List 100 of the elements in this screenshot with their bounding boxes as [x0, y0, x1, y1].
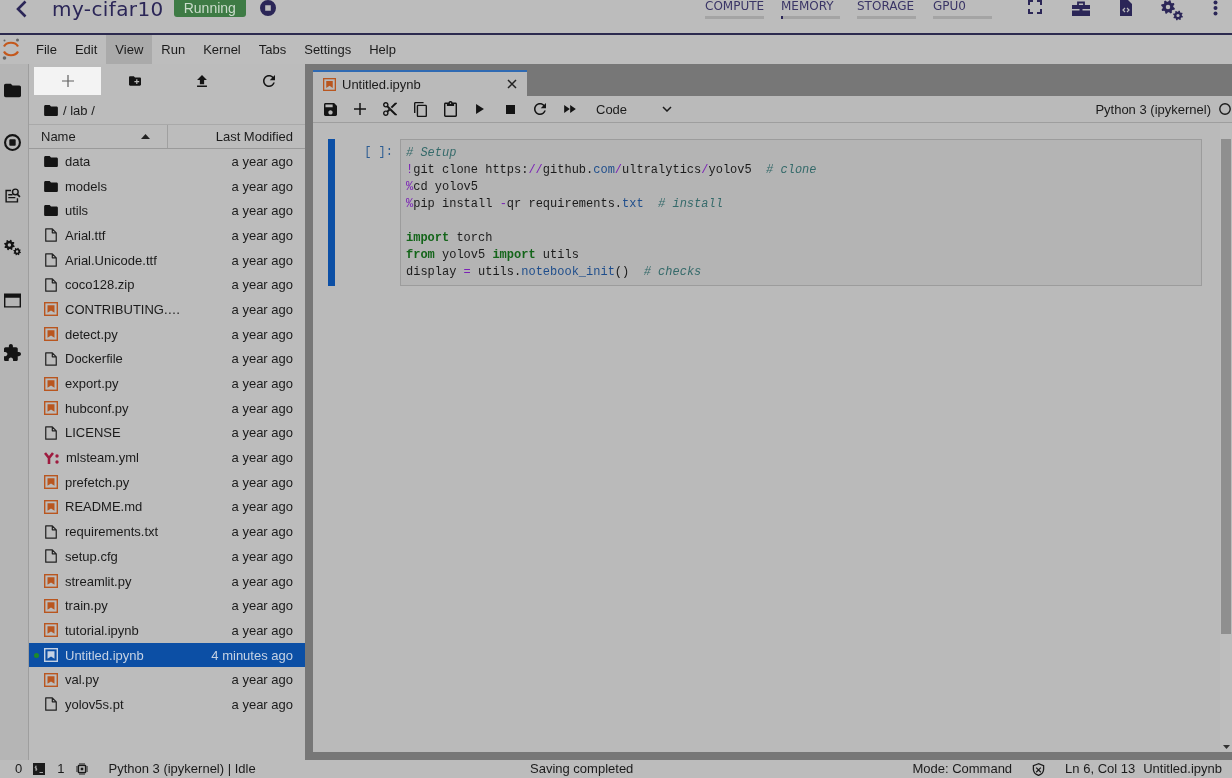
folder-icon	[44, 180, 58, 192]
file-row[interactable]: yolov5s.pt a year ago	[29, 692, 305, 717]
modified-time: 4 minutes ago	[211, 647, 293, 663]
cell-prompt: [ ]:	[364, 144, 393, 161]
file-row[interactable]: Arial.ttf a year ago	[29, 223, 305, 248]
file-row[interactable]: README.md a year ago	[29, 494, 305, 520]
file-row[interactable]: val.py a year ago	[29, 667, 305, 693]
modified-time: a year ago	[231, 227, 293, 243]
file-row[interactable]: coco128.zip a year ago	[29, 272, 305, 298]
file-row[interactable]: setup.cfg a year ago	[29, 544, 305, 569]
menu-item[interactable]: Settings	[295, 35, 361, 64]
play-icon[interactable]	[476, 104, 484, 114]
cursor-position[interactable]: Ln 6, Col 13	[1065, 760, 1136, 778]
file-row[interactable]: CONTRIBUTING.… a year ago	[29, 297, 305, 322]
fast-forward-icon[interactable]	[564, 105, 576, 113]
settings-icon[interactable]	[1161, 0, 1184, 21]
yaml-file-icon	[44, 451, 59, 464]
file-row[interactable]: export.py a year ago	[29, 371, 305, 396]
meter-label: COMPUTE	[705, 0, 765, 13]
kernel-name[interactable]: Python 3 (ipykernel)	[1095, 101, 1211, 117]
file-row[interactable]: utils a year ago	[29, 198, 305, 224]
upload-icon	[195, 75, 208, 87]
refresh-icon	[262, 75, 275, 87]
scrollbar-thumb[interactable]	[1221, 139, 1231, 634]
notebook-file-icon	[44, 574, 58, 589]
file-row[interactable]: Dockerfile a year ago	[29, 346, 305, 372]
restart-icon[interactable]	[534, 103, 546, 115]
file-row[interactable]: train.py a year ago	[29, 593, 305, 619]
file-name: Untitled.ipynb	[65, 647, 145, 663]
menu-item[interactable]: Help	[360, 35, 405, 64]
menu-item[interactable]: File	[27, 35, 66, 64]
column-header[interactable]: Name	[29, 125, 168, 148]
file-name: CONTRIBUTING.…	[65, 301, 182, 317]
scroll-down-arrow-icon[interactable]	[1222, 745, 1230, 749]
save-icon[interactable]	[323, 102, 337, 116]
file-row[interactable]: tutorial.ipynb a year ago	[29, 618, 305, 643]
modified-time: a year ago	[231, 203, 293, 219]
file-icon	[44, 697, 58, 712]
modified-time: a year ago	[231, 598, 293, 614]
modified-time: a year ago	[231, 524, 293, 540]
copy-icon[interactable]	[413, 101, 427, 117]
menu-item[interactable]: Edit	[65, 35, 107, 64]
file-name: models	[65, 178, 108, 194]
scissors-icon[interactable]	[383, 102, 397, 116]
modified-time: a year ago	[231, 178, 293, 194]
file-row[interactable]: LICENSE a year ago	[29, 420, 305, 446]
toolbox-icon[interactable]	[1071, 1, 1090, 16]
more-options-icon[interactable]	[1213, 0, 1218, 16]
puzzle-icon[interactable]	[4, 344, 21, 362]
notebook-file-icon	[44, 302, 58, 317]
modified-time: a year ago	[231, 301, 293, 317]
file-row[interactable]: mlsteam.yml a year ago	[29, 445, 305, 470]
file-row[interactable]: hubconf.py a year ago	[29, 395, 305, 421]
plus-icon[interactable]	[354, 103, 366, 115]
file-name: yolov5s.pt	[65, 696, 125, 712]
column-header[interactable]: Last Modified	[168, 125, 305, 148]
file-name: Arial.Unicode.ttf	[65, 252, 158, 268]
cell-type-dropdown[interactable]: Code	[588, 98, 678, 120]
close-icon[interactable]	[507, 79, 517, 89]
clipboard-icon[interactable]	[443, 101, 457, 117]
menu-item[interactable]: Run	[152, 35, 195, 64]
file-name: export.py	[65, 376, 120, 392]
modified-time: a year ago	[231, 573, 293, 589]
jupyter-logo-icon	[2, 38, 20, 60]
window-icon[interactable]	[4, 291, 21, 309]
shield-icon[interactable]	[1032, 762, 1046, 776]
mode-indicator[interactable]: Mode: Command	[912, 760, 1013, 778]
menu-item[interactable]: Kernel	[194, 35, 250, 64]
fullscreen-icon[interactable]	[1028, 0, 1042, 14]
gears-icon[interactable]	[4, 239, 21, 257]
file-row[interactable]: requirements.txt a year ago	[29, 519, 305, 544]
file-row[interactable]: models a year ago	[29, 173, 305, 199]
document-search-icon[interactable]	[4, 186, 21, 204]
menu-item[interactable]: Tabs	[249, 35, 296, 64]
chevron-left-icon[interactable]	[15, 0, 27, 18]
notebook-tab[interactable]: Untitled.ipynb	[313, 70, 527, 96]
file-name: val.py	[65, 672, 100, 688]
folder-icon[interactable]	[44, 105, 58, 116]
folder-icon[interactable]	[4, 81, 21, 99]
stop-icon[interactable]	[505, 104, 515, 114]
cell-collapser[interactable]	[328, 139, 335, 286]
terminal-icon[interactable]	[33, 763, 46, 775]
file-row[interactable]: prefetch.py a year ago	[29, 469, 305, 495]
kernel-status[interactable]: Python 3 (ipykernel) | Idle	[108, 760, 256, 778]
notebook-file-icon	[44, 475, 58, 490]
project-title: my-cifar10	[52, 0, 164, 19]
file-row[interactable]: detect.py a year ago	[29, 321, 305, 347]
code-editor[interactable]: # Setup !git clone https://github.com/ultralytics/yolov5 # clone %cd yolov5 %pip install -qr requirements.txt # install import torch from yolov5 import utils display = utils.notebook_init() # checks	[400, 139, 1202, 286]
file-row[interactable]: streamlit.py a year ago	[29, 568, 305, 594]
stop-circle-icon[interactable]	[4, 134, 21, 152]
menu-item[interactable]: View	[106, 35, 153, 64]
file-row[interactable]: data a year ago	[29, 149, 305, 174]
file-row[interactable]: Untitled.ipynb 4 minutes ago	[29, 642, 305, 668]
code-file-icon[interactable]	[1119, 0, 1132, 16]
file-name: mlsteam.yml	[66, 450, 140, 466]
file-row[interactable]: Arial.Unicode.ttf a year ago	[29, 247, 305, 273]
breadcrumb-path[interactable]: / lab /	[63, 103, 95, 118]
chip-icon[interactable]	[76, 763, 89, 775]
file-name: prefetch.py	[65, 474, 131, 490]
modified-time: a year ago	[231, 425, 293, 441]
